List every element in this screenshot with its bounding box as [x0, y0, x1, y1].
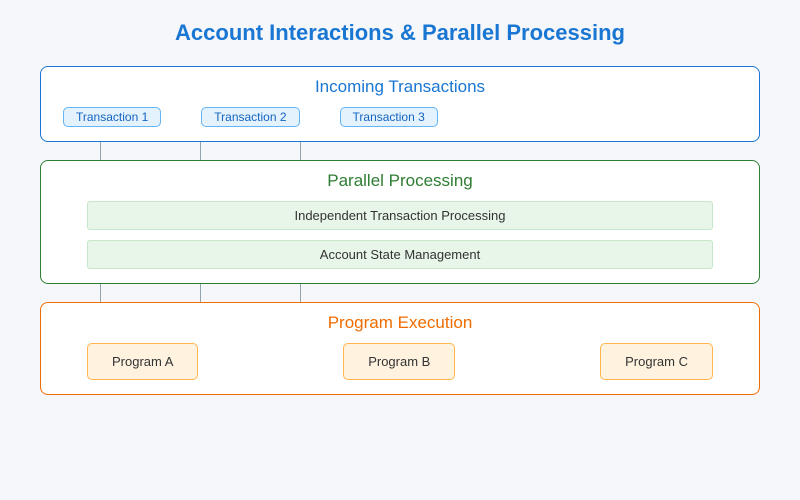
connector-group — [40, 142, 760, 160]
transaction-item: Transaction 2 — [201, 107, 299, 127]
parallel-processing-box: Parallel Processing Independent Transact… — [40, 160, 760, 284]
transaction-item: Transaction 3 — [340, 107, 438, 127]
connector-line — [100, 284, 101, 302]
incoming-title: Incoming Transactions — [57, 77, 743, 97]
program-item: Program B — [343, 343, 455, 380]
processing-bar: Independent Transaction Processing — [87, 201, 713, 230]
connector-line — [200, 142, 201, 160]
diagram-title: Account Interactions & Parallel Processi… — [40, 20, 760, 46]
execution-title: Program Execution — [57, 313, 743, 333]
connector-line — [300, 284, 301, 302]
parallel-title: Parallel Processing — [57, 171, 743, 191]
transaction-item: Transaction 1 — [63, 107, 161, 127]
incoming-transactions-box: Incoming Transactions Transaction 1 Tran… — [40, 66, 760, 142]
program-item: Program C — [600, 343, 713, 380]
connector-line — [200, 284, 201, 302]
program-row: Program A Program B Program C — [57, 343, 743, 380]
processing-bar: Account State Management — [87, 240, 713, 269]
diagram-container: Account Interactions & Parallel Processi… — [0, 0, 800, 395]
connector-line — [100, 142, 101, 160]
program-execution-box: Program Execution Program A Program B Pr… — [40, 302, 760, 395]
transaction-row: Transaction 1 Transaction 2 Transaction … — [57, 107, 743, 127]
program-item: Program A — [87, 343, 198, 380]
connector-line — [300, 142, 301, 160]
connector-group — [40, 284, 760, 302]
